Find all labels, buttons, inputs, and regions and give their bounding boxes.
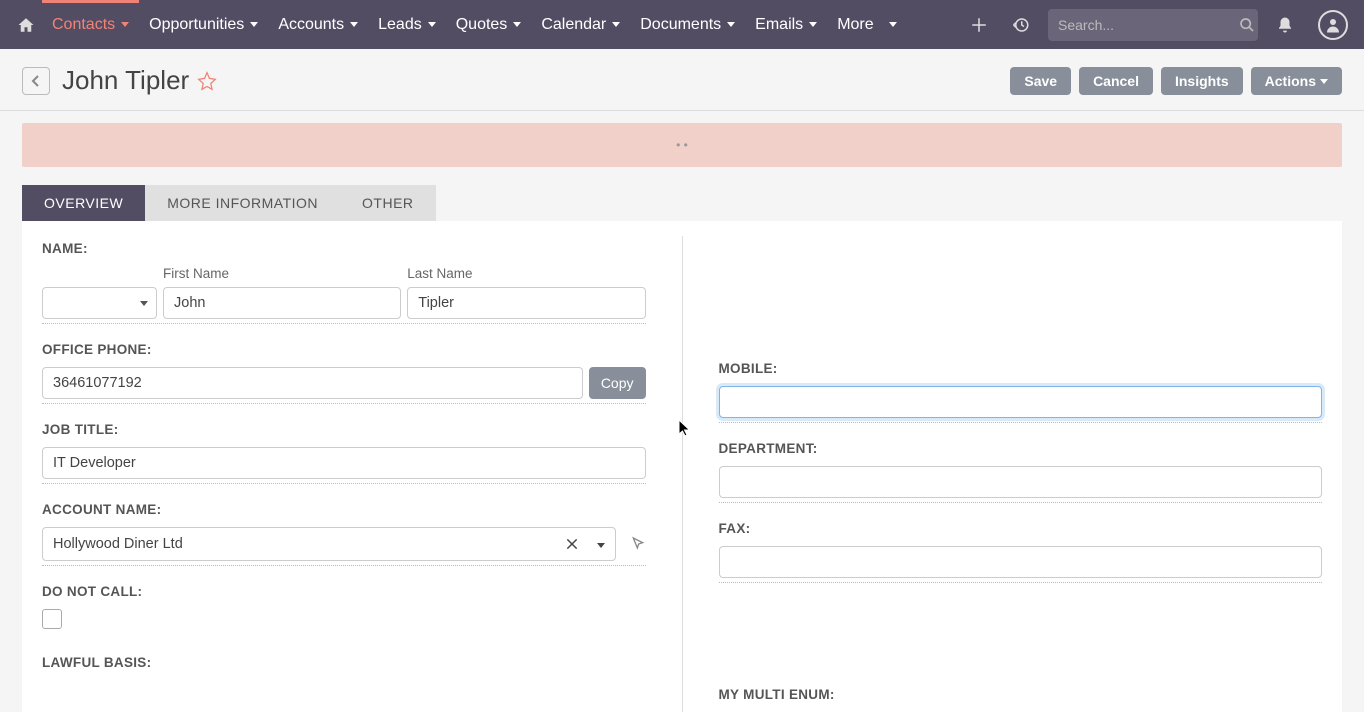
top-nav: Contacts Opportunities Accounts Leads Qu… xyxy=(0,0,1364,49)
page-title: John Tipler xyxy=(62,65,189,96)
tabs: OVERVIEW MORE INFORMATION OTHER xyxy=(22,185,1364,221)
chevron-down-icon xyxy=(513,22,521,27)
nav-label: Documents xyxy=(640,16,721,34)
fax-label: FAX: xyxy=(719,521,1323,536)
tab-other[interactable]: OTHER xyxy=(340,185,436,221)
search-input[interactable] xyxy=(1058,17,1239,33)
first-name-input[interactable] xyxy=(163,287,401,319)
first-name-sublabel: First Name xyxy=(163,266,401,281)
clear-icon[interactable] xyxy=(563,537,581,551)
nav-label: More xyxy=(837,16,873,34)
account-name-input[interactable] xyxy=(51,534,555,554)
chevron-down-icon xyxy=(809,22,817,27)
chevron-down-icon xyxy=(140,301,148,306)
nav-label: Leads xyxy=(378,16,422,34)
nav-more[interactable]: More xyxy=(827,0,906,49)
alert-bar: • • xyxy=(22,123,1342,167)
nav-contacts[interactable]: Contacts xyxy=(42,0,139,49)
last-name-input[interactable] xyxy=(407,287,645,319)
overview-panel: NAME: First Name Last Name OFFICE PHONE:… xyxy=(22,221,1342,712)
mobile-input[interactable] xyxy=(719,386,1323,418)
tab-more-information[interactable]: MORE INFORMATION xyxy=(145,185,340,221)
actions-button[interactable]: Actions xyxy=(1251,67,1342,95)
save-button[interactable]: Save xyxy=(1010,67,1071,95)
copy-button[interactable]: Copy xyxy=(589,367,646,399)
office-phone-input[interactable] xyxy=(42,367,583,399)
department-input[interactable] xyxy=(719,466,1323,498)
last-name-sublabel: Last Name xyxy=(407,266,645,281)
actions-label: Actions xyxy=(1265,73,1316,89)
department-label: DEPARTMENT: xyxy=(719,441,1323,456)
nav-emails[interactable]: Emails xyxy=(745,0,827,49)
avatar-icon xyxy=(1318,10,1348,40)
lawful-basis-label: LAWFUL BASIS: xyxy=(42,655,646,670)
tab-overview[interactable]: OVERVIEW xyxy=(22,185,145,221)
nav-label: Calendar xyxy=(541,16,606,34)
name-label: NAME: xyxy=(42,241,646,256)
search-box[interactable] xyxy=(1048,9,1258,41)
job-title-label: JOB TITLE: xyxy=(42,422,646,437)
nav-label: Opportunities xyxy=(149,16,244,34)
chevron-down-icon xyxy=(250,22,258,27)
chevron-down-icon xyxy=(612,22,620,27)
mobile-label: MOBILE: xyxy=(719,361,1323,376)
favorite-star-icon[interactable] xyxy=(197,71,217,91)
nav-label: Accounts xyxy=(278,16,344,34)
pointer-icon[interactable] xyxy=(630,536,646,552)
nav-documents[interactable]: Documents xyxy=(630,0,745,49)
chevron-down-icon xyxy=(1320,79,1328,84)
do-not-call-label: DO NOT CALL: xyxy=(42,584,646,599)
my-multi-enum-label: MY MULTI ENUM: xyxy=(719,687,1323,702)
history-button[interactable] xyxy=(1006,16,1036,34)
nav-label: Emails xyxy=(755,16,803,34)
add-button[interactable] xyxy=(964,16,994,34)
loading-dots: • • xyxy=(676,138,688,152)
nav-calendar[interactable]: Calendar xyxy=(531,0,630,49)
chevron-down-icon xyxy=(889,22,897,27)
nav-opportunities[interactable]: Opportunities xyxy=(139,0,268,49)
account-name-label: ACCOUNT NAME: xyxy=(42,502,646,517)
fax-input[interactable] xyxy=(719,546,1323,578)
page-header: John Tipler Save Cancel Insights Actions xyxy=(0,49,1364,111)
back-button[interactable] xyxy=(22,67,50,95)
cancel-button[interactable]: Cancel xyxy=(1079,67,1153,95)
chevron-down-icon xyxy=(121,22,129,27)
job-title-input[interactable] xyxy=(42,447,646,479)
left-column: NAME: First Name Last Name OFFICE PHONE:… xyxy=(42,241,646,712)
chevron-down-icon xyxy=(727,22,735,27)
insights-button[interactable]: Insights xyxy=(1161,67,1243,95)
chevron-down-icon xyxy=(350,22,358,27)
column-divider xyxy=(682,236,683,712)
do-not-call-checkbox[interactable] xyxy=(42,609,62,629)
search-icon xyxy=(1239,17,1255,33)
nav-label: Quotes xyxy=(456,16,508,34)
office-phone-label: OFFICE PHONE: xyxy=(42,342,646,357)
nav-leads[interactable]: Leads xyxy=(368,0,446,49)
chevron-down-icon[interactable] xyxy=(589,536,607,552)
chevron-down-icon xyxy=(428,22,436,27)
nav-quotes[interactable]: Quotes xyxy=(446,0,532,49)
nav-label: Contacts xyxy=(52,16,115,34)
salutation-select[interactable] xyxy=(42,287,157,319)
notifications-button[interactable] xyxy=(1270,16,1300,34)
right-column: MOBILE: DEPARTMENT: FAX: MY MULTI ENUM: xyxy=(719,241,1323,712)
user-menu-button[interactable] xyxy=(1312,10,1354,40)
home-button[interactable] xyxy=(10,0,42,49)
nav-accounts[interactable]: Accounts xyxy=(268,0,368,49)
